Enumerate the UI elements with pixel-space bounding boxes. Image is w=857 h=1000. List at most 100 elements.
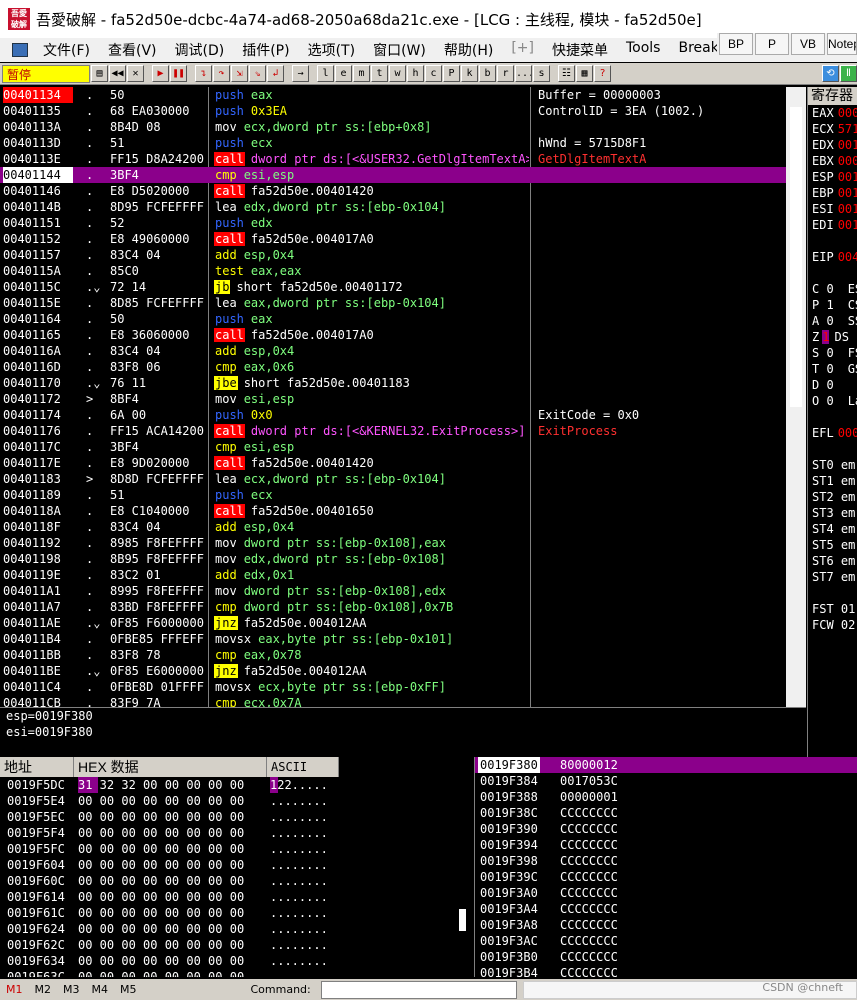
disasm-row[interactable]: 004011A7. 83BD F8FEFFFF cmp dword ptr ss:[e… [0, 599, 800, 615]
system-menu-icon[interactable] [12, 43, 28, 57]
disasm-row[interactable]: 004011A1. 8995 F8FEFFFF mov dword ptr ss:[e… [0, 583, 800, 599]
trace-over-icon[interactable]: ⇘ [249, 65, 266, 82]
window-button-r[interactable]: r [497, 65, 514, 82]
register-value[interactable]: 00000000 [838, 154, 857, 168]
register-value[interactable]: 0019F380 [838, 170, 857, 184]
window-button-k[interactable]: k [461, 65, 478, 82]
goto-icon[interactable]: → [292, 65, 309, 82]
register-value[interactable]: 0019F5E4 [838, 218, 857, 232]
stack-row[interactable]: 0019F3A8 CCCCCCCC [475, 917, 857, 933]
stack-row[interactable]: 0019F398 CCCCCCCC [475, 853, 857, 869]
stack-row[interactable]: 0019F39C CCCCCCCC [475, 869, 857, 885]
stack-row[interactable]: 0019F394 CCCCCCCC [475, 837, 857, 853]
register-ebx[interactable]: EBX 00000000 [808, 153, 857, 169]
flag-row[interactable]: C 0 ES [808, 281, 857, 297]
dump-row[interactable]: 0019F614 00 00 00 00 00 00 00 00........ [0, 889, 473, 905]
register-value[interactable]: 0019F5E0 [838, 138, 857, 152]
disasm-row[interactable]: 0040113A. 8B4D 08 mov ecx,dword ptr ss:[ebp… [0, 119, 800, 135]
memory-tab-m3[interactable]: M3 [57, 983, 86, 996]
disasm-row[interactable]: 0040116A. 83C4 04 add esp,0x4 [0, 343, 800, 359]
scroll-thumb[interactable] [790, 107, 802, 407]
register-eip[interactable]: EIP 00401144 [808, 249, 857, 265]
flag-row[interactable]: A 0 SS [808, 313, 857, 329]
disassembly-scrollbar[interactable] [786, 87, 806, 707]
stack-row[interactable]: 0019F3AC CCCCCCCC [475, 933, 857, 949]
register-esp[interactable]: ESP 0019F380 [808, 169, 857, 185]
disasm-row[interactable]: 00401152. E8 49060000 call fa52d50e.004017A… [0, 231, 800, 247]
fpu-st-register[interactable]: ST4 em [808, 521, 857, 537]
dump-col-hex[interactable]: HEX 数据 [74, 757, 267, 777]
help-icon[interactable]: ? [594, 65, 611, 82]
execute-till-return-icon[interactable]: ↲ [267, 65, 284, 82]
disasm-row[interactable]: 00401172 >8BF4 mov esi,esp [0, 391, 800, 407]
dump-pane[interactable]: 0019F5DC 31 32 32 00 00 00 00 00 122..... 0… [0, 777, 473, 977]
disasm-row[interactable]: 0040114B. 8D95 FCFEFFFF lea edx,dword ptr s… [0, 199, 800, 215]
run-icon[interactable]: ▶ [152, 65, 169, 82]
disasm-row[interactable]: 0040113D. 51 push ecx hWnd = 5715D8F1 [0, 135, 800, 151]
disasm-row[interactable]: 0040113E. FF15 D8A24200 call dword ptr ds:[… [0, 151, 800, 167]
disasm-row[interactable]: 004011CB. 83F9 7A cmp ecx,0x7A [0, 695, 800, 707]
disasm-row[interactable]: 00401146. E8 D5020000 call fa52d50e.0040142… [0, 183, 800, 199]
disasm-row[interactable]: 00401170 .⌄ 76 11 jbe short fa52d50e.0040118… [0, 375, 800, 391]
disasm-row[interactable]: 00401165. E8 36060000 call fa52d50e.004017A… [0, 327, 800, 343]
fpu-st-register[interactable]: ST7 em [808, 569, 857, 585]
disasm-row[interactable]: 0040115C .⌄ 72 14 jb short fa52d50e.00401172 [0, 279, 800, 295]
fpu-st-register[interactable]: ST6 em [808, 553, 857, 569]
dump-row[interactable]: 0019F634 00 00 00 00 00 00 00 00........ [0, 953, 473, 969]
menu-item[interactable]: [+] [502, 40, 543, 60]
registers-pane[interactable]: 寄存器 (FPU) EAX 00000003 ECX 5715D8F1 EDX 0019F… [807, 87, 857, 757]
menu-item[interactable]: 选项(T) [299, 40, 364, 60]
stack-row[interactable]: 0019F384 0017053C [475, 773, 857, 789]
window-button-dots[interactable]: ... [515, 65, 532, 82]
dump-col-ascii[interactable]: ASCII [267, 757, 339, 777]
register-value[interactable]: 0019F5E4 [838, 186, 857, 200]
memory-tab-m2[interactable]: M2 [29, 983, 58, 996]
pause-thread-icon[interactable]: Ⅱ [840, 65, 857, 82]
stack-row[interactable]: 0019F380 80000012 [475, 757, 857, 773]
disasm-row[interactable]: 0040115E. 8D85 FCFEFFFF lea eax,dword ptr s… [0, 295, 800, 311]
menu-item[interactable]: 插件(P) [233, 40, 298, 60]
register-edx[interactable]: EDX 0019F5E0 [808, 137, 857, 153]
menu-item[interactable]: 调试(D) [166, 40, 234, 60]
register-value[interactable]: 5715D8F1 [838, 122, 857, 136]
flag-row[interactable]: D 0 [808, 377, 857, 393]
register-efl[interactable]: EFL 00000246 [808, 425, 857, 441]
register-value[interactable]: 00000003 [838, 106, 857, 120]
disasm-row[interactable]: 0040115A. 85C0 test eax,eax [0, 263, 800, 279]
register-value[interactable]: 00401144 [838, 250, 857, 264]
dump-row[interactable]: 0019F5F4 00 00 00 00 00 00 00 00........ [0, 825, 473, 841]
register-edi[interactable]: EDI 0019F5E4 [808, 217, 857, 233]
close-icon[interactable]: ✕ [127, 65, 144, 82]
menu-item[interactable]: 快捷菜单 [543, 40, 617, 60]
disasm-row[interactable]: 0040118F. 83C4 04 add esp,0x4 [0, 519, 800, 535]
step-into-icon[interactable]: ↴ [195, 65, 212, 82]
dump-row[interactable]: 0019F5EC 00 00 00 00 00 00 00 00........ [0, 809, 473, 825]
bp-button[interactable]: VB [791, 33, 825, 55]
fpu-st-register[interactable]: ST5 em [808, 537, 857, 553]
disasm-row[interactable]: 00401134. 50 push eax Buffer = 00000003 [0, 87, 800, 103]
fpu-st-register[interactable]: ST0 em [808, 457, 857, 473]
disasm-row[interactable]: 004011B4. 0FBE85 FFFEFF movsx eax,byte ptr … [0, 631, 800, 647]
window-button-m[interactable]: m [353, 65, 370, 82]
dump-row[interactable]: 0019F624 00 00 00 00 00 00 00 00........ [0, 921, 473, 937]
memory-tab-m1[interactable]: M1 [0, 983, 29, 996]
register-ebp[interactable]: EBP 0019F5E4 [808, 185, 857, 201]
dump-row[interactable]: 0019F5FC 00 00 00 00 00 00 00 00........ [0, 841, 473, 857]
register-value[interactable]: 0019F380 [838, 202, 857, 216]
fpu-st-register[interactable]: ST3 em [808, 505, 857, 521]
options-icon[interactable]: ☷ [558, 65, 575, 82]
bp-button[interactable]: P [755, 33, 789, 55]
bp-button[interactable]: Notepad [827, 33, 857, 55]
disasm-row[interactable]: 004011C4. 0FBE8D 01FFFF movsx ecx,byte ptr … [0, 679, 800, 695]
stack-row[interactable]: 0019F3B0 CCCCCCCC [475, 949, 857, 965]
disasm-row[interactable]: 00401174. 6A 00 push 0x0 ExitCode = 0x0 [0, 407, 800, 423]
dump-row[interactable]: 0019F60C 00 00 00 00 00 00 00 00........ [0, 873, 473, 889]
disassembly-pane[interactable]: 00401134. 50 push eax Buffer = 00000003 00401… [0, 87, 806, 707]
dump-row[interactable]: 0019F5DC 31 32 32 00 00 00 00 00 122..... [0, 777, 473, 793]
memory-tab-m5[interactable]: M5 [114, 983, 143, 996]
trace-into-icon[interactable]: ⇲ [231, 65, 248, 82]
window-button-b[interactable]: b [479, 65, 496, 82]
disasm-row[interactable]: 00401144. 3BF4 cmp esi,esp [0, 167, 800, 183]
register-value[interactable]: 00000246 [838, 426, 857, 440]
stack-row[interactable]: 0019F38C CCCCCCCC [475, 805, 857, 821]
